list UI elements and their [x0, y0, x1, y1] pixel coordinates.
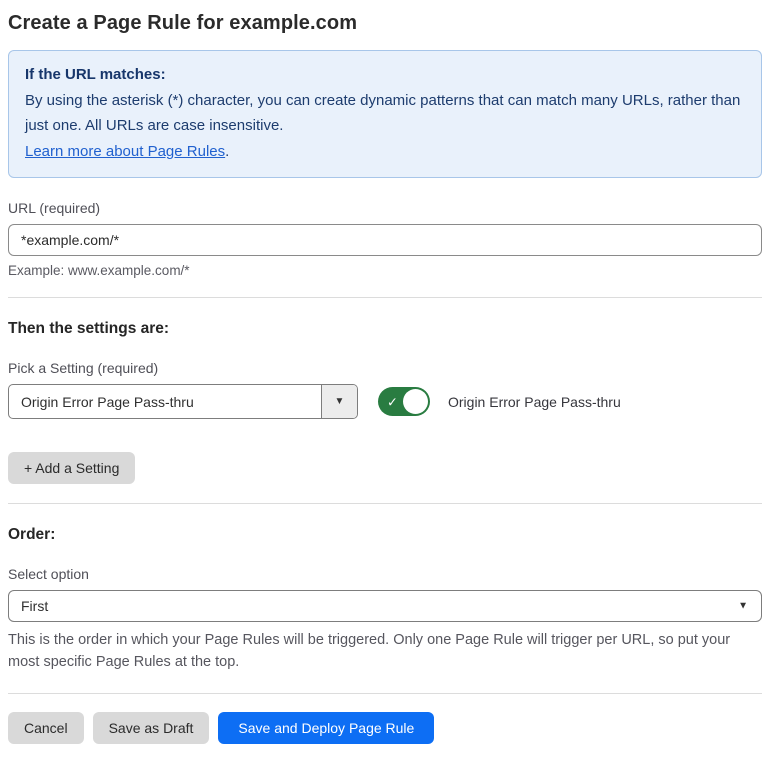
order-select-value: First	[21, 598, 49, 614]
add-setting-button[interactable]: + Add a Setting	[8, 452, 136, 484]
chevron-down-icon: ▼	[334, 396, 345, 407]
toggle-knob	[403, 389, 428, 414]
info-box-body: By using the asterisk (*) character, you…	[25, 91, 741, 135]
learn-more-link[interactable]: Learn more about Page Rules	[25, 143, 225, 160]
pick-setting-label: Pick a Setting (required)	[8, 360, 159, 376]
divider	[8, 692, 762, 694]
info-box-heading: If the URL matches:	[25, 66, 166, 83]
create-page-rule-form: Create a Page Rule for example.com If th…	[0, 0, 770, 758]
divider	[8, 503, 762, 504]
url-match-info-box: If the URL matches: By using the asteris…	[8, 50, 762, 178]
check-icon: ✓	[387, 394, 398, 409]
origin-error-toggle[interactable]: ✓	[378, 387, 430, 416]
select-option-label: Select option	[8, 566, 89, 582]
setting-select[interactable]: Origin Error Page Pass-thru ▼	[8, 384, 358, 419]
url-field-label: URL (required)	[8, 200, 101, 216]
chevron-down-icon: ▼	[738, 600, 748, 612]
url-example-helper: Example: www.example.com/*	[8, 263, 190, 278]
setting-row: Origin Error Page Pass-thru ▼ ✓ Origin E…	[8, 384, 762, 419]
settings-section-heading: Then the settings are:	[8, 320, 170, 337]
order-section-heading: Order:	[8, 526, 56, 543]
page-title: Create a Page Rule for example.com	[8, 12, 358, 34]
link-suffix: .	[225, 142, 230, 160]
save-and-deploy-button[interactable]: Save and Deploy Page Rule	[218, 711, 435, 744]
footer-actions: Cancel Save as Draft Save and Deploy Pag…	[8, 711, 762, 744]
save-as-draft-button[interactable]: Save as Draft	[92, 711, 210, 744]
divider	[8, 297, 762, 298]
setting-select-arrow-button[interactable]: ▼	[321, 385, 357, 418]
info-box-link-line: Learn more about Page Rules.	[25, 139, 745, 165]
url-input[interactable]	[8, 224, 762, 256]
order-select[interactable]: First ▼	[8, 590, 762, 622]
setting-select-value: Origin Error Page Pass-thru	[21, 393, 194, 410]
cancel-button[interactable]: Cancel	[8, 711, 84, 744]
toggle-label: Origin Error Page Pass-thru	[448, 393, 621, 410]
order-helper-text: This is the order in which your Page Rul…	[8, 632, 731, 671]
